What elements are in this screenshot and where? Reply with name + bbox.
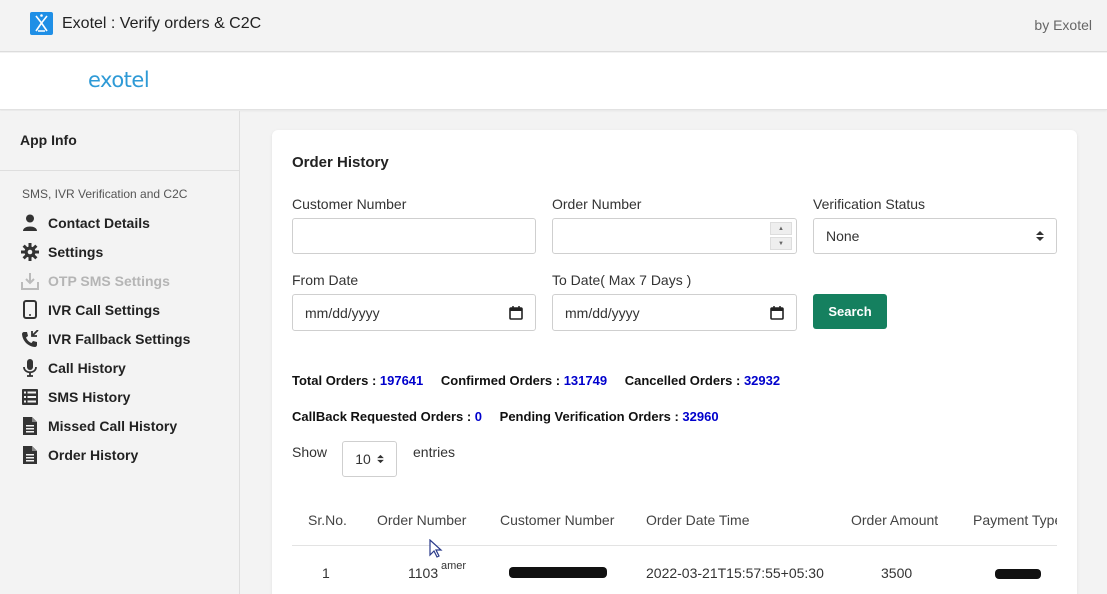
confirmed-orders-label: Confirmed Orders : [440, 373, 564, 388]
verification-status-value: None [826, 228, 860, 244]
sidebar-item-sms-history[interactable]: SMS History [20, 382, 190, 411]
order-number-spinner[interactable]: ▲ ▼ [770, 222, 792, 250]
order-number-label: Order Number [552, 196, 642, 212]
user-icon [20, 213, 40, 233]
sidebar-item-label: Settings [48, 243, 104, 260]
entries-value: 10 [355, 451, 371, 467]
cell-order-number: 1103 [408, 565, 439, 581]
pending-orders-value: 32960 [682, 409, 719, 424]
sidebar-item-ivr-fallback-settings[interactable]: IVR Fallback Settings [20, 324, 190, 353]
pending-orders-label: Pending Verification Orders : [499, 409, 683, 424]
column-header-payment-type[interactable]: Payment Type [973, 512, 1057, 528]
callback-orders-label: CallBack Requested Orders : [292, 409, 475, 424]
sidebar-nav: Contact Details Settings OTP SMS Setting… [20, 208, 190, 469]
to-date-label: To Date( Max 7 Days ) [552, 272, 692, 288]
publisher-label: by Exotel [1034, 17, 1092, 33]
sidebar-item-order-history[interactable]: Order History [20, 440, 190, 469]
sidebar-item-label: IVR Fallback Settings [48, 330, 191, 347]
cancelled-orders-label: Cancelled Orders : [624, 373, 744, 388]
column-header-order-date-time[interactable]: Order Date Time [646, 512, 749, 528]
cell-sr-no: 1 [322, 565, 330, 581]
sidebar-divider [0, 170, 239, 171]
total-orders-label: Total Orders : [292, 373, 380, 388]
sidebar-item-label: Call History [48, 359, 126, 376]
column-header-customer-number[interactable]: Customer Number [500, 512, 614, 528]
select-arrows-icon [376, 454, 384, 464]
cell-order-amount: 3500 [881, 565, 913, 581]
calendar-icon[interactable] [770, 305, 784, 320]
app-header: exotel [0, 53, 1107, 110]
to-date-input[interactable]: mm/dd/yyyy [552, 294, 797, 331]
customer-number-label: Customer Number [292, 196, 407, 212]
order-number-input[interactable]: ▲ ▼ [552, 218, 797, 254]
from-date-input[interactable]: mm/dd/yyyy [292, 294, 536, 331]
window-titlebar: Exotel : Verify orders & C2C by Exotel [0, 0, 1107, 52]
order-history-card: Order History Customer Number Order Numb… [272, 130, 1077, 594]
sidebar-item-call-history[interactable]: Call History [20, 353, 190, 382]
redacted-customer-number [509, 567, 607, 578]
calendar-icon[interactable] [509, 305, 523, 320]
sidebar-item-label: IVR Call Settings [48, 301, 161, 318]
spin-up-icon[interactable]: ▲ [770, 222, 792, 235]
entries-label: entries [413, 444, 456, 460]
app-icon [30, 12, 53, 35]
callback-orders-stat: CallBack Requested Orders : 0 [292, 409, 482, 424]
phone-callback-icon [20, 329, 40, 349]
select-arrows-icon [1036, 231, 1044, 241]
column-header-order-amount[interactable]: Order Amount [851, 512, 938, 528]
gear-icon [20, 242, 40, 262]
spin-down-icon[interactable]: ▼ [770, 237, 792, 250]
sidebar: App Info SMS, IVR Verification and C2C C… [0, 111, 240, 594]
sidebar-item-label: Order History [48, 446, 139, 463]
column-header-sr-no[interactable]: Sr.No. [308, 512, 347, 528]
sidebar-item-otp-sms-settings[interactable]: OTP SMS Settings [20, 266, 190, 295]
window-title: Exotel : Verify orders & C2C [62, 15, 262, 32]
callback-orders-value: 0 [474, 409, 483, 424]
pending-orders-stat: Pending Verification Orders : 32960 [500, 409, 719, 424]
order-stats-row-1: Total Orders : 197641 Confirmed Orders :… [292, 373, 794, 388]
search-button[interactable]: Search [813, 294, 887, 329]
sidebar-section-label: SMS, IVR Verification and C2C [22, 187, 188, 201]
customer-number-input[interactable] [292, 218, 536, 254]
verification-status-label: Verification Status [813, 196, 926, 212]
cancelled-orders-value: 32932 [743, 373, 781, 388]
download-icon [20, 271, 40, 291]
total-orders-value: 197641 [379, 373, 424, 388]
document-icon [20, 445, 40, 465]
sidebar-item-ivr-call-settings[interactable]: IVR Call Settings [20, 295, 190, 324]
show-label: Show [292, 444, 328, 460]
to-date-placeholder: mm/dd/yyyy [565, 304, 640, 321]
sidebar-item-label: SMS History [48, 388, 131, 405]
sidebar-item-contact-details[interactable]: Contact Details [20, 208, 190, 237]
column-header-order-number[interactable]: Order Number [377, 512, 466, 528]
verification-status-select[interactable]: None [813, 218, 1057, 254]
cell-order-number-suffix: amer [441, 560, 467, 572]
sidebar-item-label: Contact Details [48, 214, 150, 231]
list-icon [20, 387, 40, 407]
confirmed-orders-stat: Confirmed Orders : 131749 [441, 373, 607, 388]
redacted-payment-type [995, 569, 1041, 579]
from-date-placeholder: mm/dd/yyyy [305, 304, 380, 321]
mobile-phone-icon [20, 300, 40, 320]
cell-order-date-time: 2022-03-21T15:57:55+05:30 [646, 565, 824, 581]
order-stats-row-2: CallBack Requested Orders : 0 Pending Ve… [292, 409, 733, 424]
mouse-cursor-icon [429, 539, 443, 558]
table-header: Sr.No. Order Number Customer Number Orde… [292, 500, 1057, 546]
document-icon [20, 416, 40, 436]
sidebar-item-label: OTP SMS Settings [48, 272, 170, 289]
sidebar-app-info[interactable]: App Info [20, 132, 77, 148]
sidebar-item-settings[interactable]: Settings [20, 237, 190, 266]
page-title: Order History [292, 154, 389, 171]
exotel-logo[interactable]: exotel [88, 68, 150, 92]
cancelled-orders-stat: Cancelled Orders : 32932 [625, 373, 780, 388]
confirmed-orders-value: 131749 [563, 373, 608, 388]
microphone-icon [20, 358, 40, 378]
total-orders-stat: Total Orders : 197641 [292, 373, 423, 388]
sidebar-item-label: Missed Call History [48, 417, 178, 434]
from-date-label: From Date [292, 272, 359, 288]
entries-select[interactable]: 10 [342, 441, 397, 477]
sidebar-item-missed-call-history[interactable]: Missed Call History [20, 411, 190, 440]
